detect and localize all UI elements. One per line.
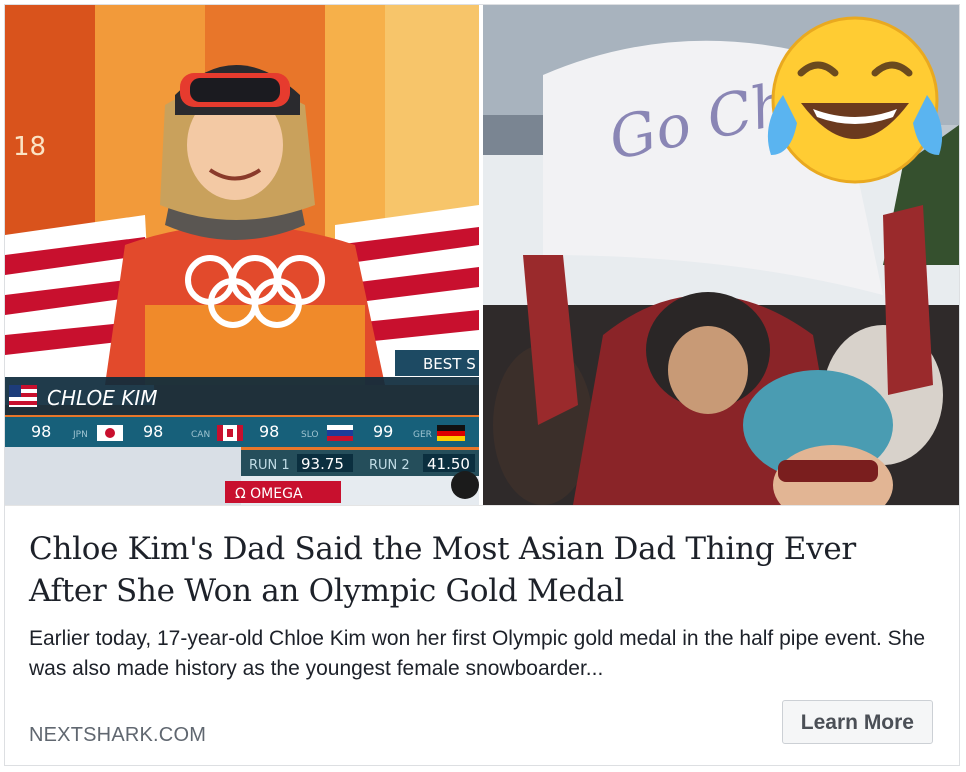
svg-text:CHLOE KIM: CHLOE KIM [47, 386, 158, 410]
svg-text:GER: GER [413, 430, 432, 440]
svg-text:BEST S: BEST S [423, 355, 476, 373]
svg-text:99: 99 [373, 422, 393, 441]
svg-text:SLO: SLO [301, 430, 319, 440]
svg-text:JPN: JPN [72, 430, 88, 440]
link-description: Earlier today, 17-year-old Chloe Kim won… [29, 627, 926, 680]
svg-text:41.50: 41.50 [427, 455, 470, 473]
link-preview-card[interactable]: 18 CHLOE KIM BEST S 98 JPN 98 CAN 98 SLO… [4, 4, 960, 766]
svg-text:Ω OMEGA: Ω OMEGA [235, 486, 303, 502]
svg-text:RUN 2: RUN 2 [369, 458, 410, 473]
link-text-area[interactable]: Chloe Kim's Dad Said the Most Asian Dad … [5, 505, 959, 765]
dad-sign-photo: Go Chloe! [483, 5, 959, 505]
svg-text:RUN 1: RUN 1 [249, 458, 290, 473]
svg-text:18: 18 [13, 132, 46, 162]
learn-more-button[interactable]: Learn More [781, 700, 933, 744]
link-headline[interactable]: Chloe Kim's Dad Said the Most Asian Dad … [29, 528, 929, 612]
svg-text:98: 98 [259, 422, 279, 441]
svg-text:98: 98 [143, 422, 163, 441]
link-domain: NEXTSHARK.COM [29, 724, 207, 746]
svg-text:98: 98 [31, 422, 51, 441]
svg-text:CAN: CAN [191, 430, 210, 440]
svg-text:93.75: 93.75 [301, 455, 344, 473]
link-image[interactable]: 18 CHLOE KIM BEST S 98 JPN 98 CAN 98 SLO… [5, 5, 959, 505]
chloe-kim-photo: 18 CHLOE KIM BEST S 98 JPN 98 CAN 98 SLO… [5, 5, 479, 505]
